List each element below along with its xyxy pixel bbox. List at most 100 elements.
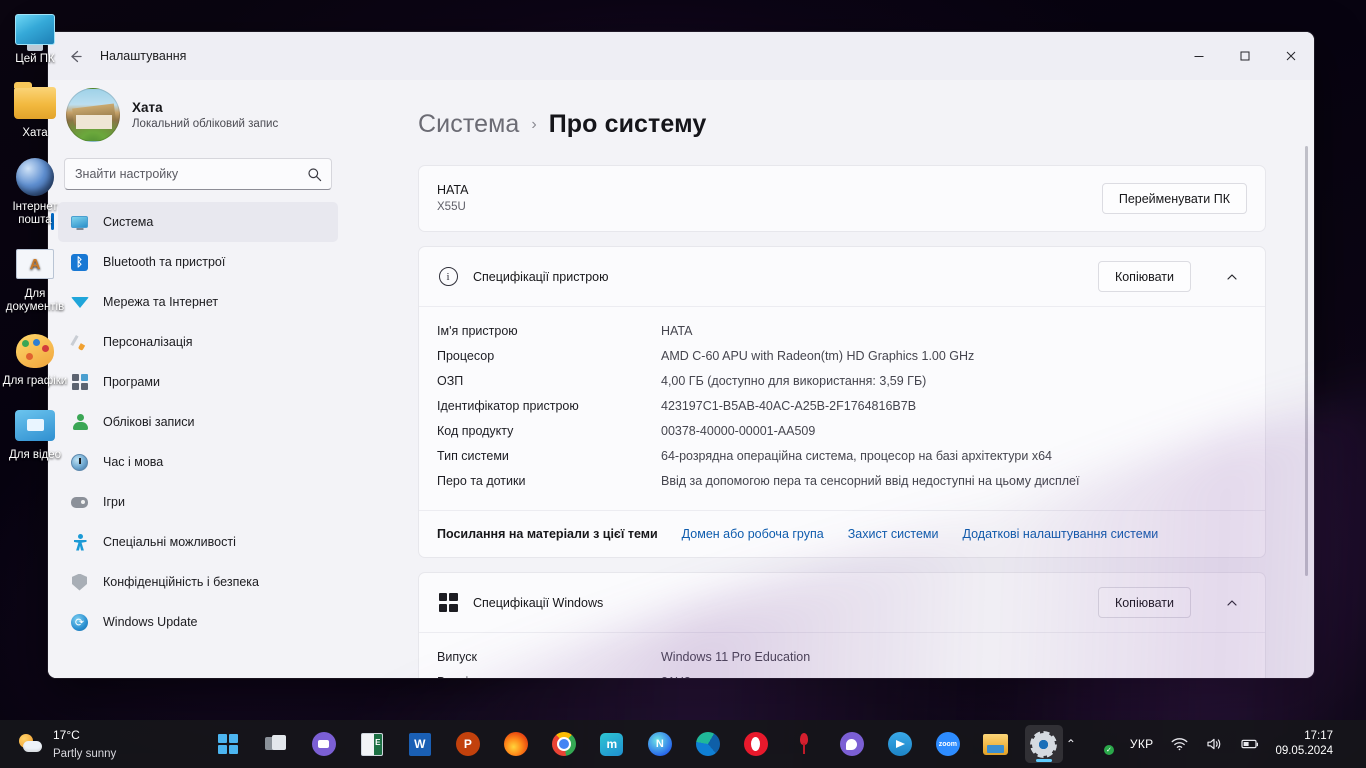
opera-button[interactable] bbox=[737, 725, 775, 763]
language-indicator[interactable]: УКР bbox=[1127, 724, 1157, 764]
graphics-folder-icon bbox=[13, 330, 57, 372]
volume-icon[interactable] bbox=[1203, 724, 1226, 764]
sidebar-item-label: Облікові записи bbox=[103, 415, 195, 429]
battery-icon[interactable] bbox=[1238, 724, 1263, 764]
powerpoint-button[interactable]: P bbox=[449, 725, 487, 763]
desktop-icon-internet-mail[interactable]: Інтернет пошта bbox=[0, 156, 70, 227]
nitro-button[interactable]: N bbox=[641, 725, 679, 763]
breadcrumb-root[interactable]: Система bbox=[418, 110, 519, 139]
telegram-icon bbox=[887, 732, 912, 756]
start-button[interactable] bbox=[209, 725, 247, 763]
link-advanced-system-settings[interactable]: Додаткові налаштування системи bbox=[963, 527, 1159, 541]
table-row: Версія 21H2 bbox=[437, 670, 1247, 678]
maximize-button[interactable] bbox=[1222, 32, 1268, 80]
desktop-icon-hata[interactable]: Хата bbox=[0, 82, 70, 140]
sidebar-item-system[interactable]: Система bbox=[51, 202, 338, 242]
spec-value: 4,00 ГБ (доступно для використання: 3,59… bbox=[661, 374, 927, 388]
excel-button[interactable] bbox=[353, 725, 391, 763]
sidebar-item-label: Програми bbox=[103, 375, 160, 389]
copy-windows-specs-button[interactable]: Копіювати bbox=[1097, 587, 1191, 618]
desktop-icon-label: Інтернет пошта bbox=[12, 201, 58, 226]
table-row: Ідентифікатор пристрою 423197C1-B5AB-40A… bbox=[437, 394, 1247, 419]
edge-icon bbox=[695, 732, 720, 756]
spec-value: HATA bbox=[661, 324, 693, 338]
firefox-icon bbox=[503, 732, 528, 756]
desktop-icon-list: Цей ПК Хата Інтернет пошта A Для докумен… bbox=[0, 8, 70, 478]
windows-update-icon: ⟳ bbox=[70, 613, 89, 632]
device-specs-header[interactable]: i Специфікації пристрою Копіювати bbox=[419, 247, 1265, 306]
content-scrollbar[interactable] bbox=[1305, 146, 1308, 576]
maxthon-button[interactable]: m bbox=[593, 725, 631, 763]
file-explorer-icon bbox=[983, 733, 1009, 755]
viber-button[interactable] bbox=[833, 725, 871, 763]
desktop-icon-graphics[interactable]: Для графіки bbox=[0, 330, 70, 388]
sidebar-item-label: Спеціальні можливості bbox=[103, 535, 236, 549]
pc-name: HATA bbox=[437, 183, 469, 197]
clock[interactable]: 17:17 09.05.2024 bbox=[1275, 729, 1337, 759]
sidebar-item-time-language[interactable]: Час і мова bbox=[58, 442, 338, 482]
teams-chat-button[interactable] bbox=[305, 725, 343, 763]
close-button[interactable] bbox=[1268, 32, 1314, 80]
user-profile[interactable]: Хата Локальний обліковий запис bbox=[58, 80, 338, 154]
tray-overflow-button[interactable]: ⌃ bbox=[1063, 724, 1079, 764]
show-desktop-button[interactable] bbox=[1349, 720, 1354, 768]
windows-defender-icon[interactable]: ✓ bbox=[1091, 724, 1115, 764]
pc-name-card: HATA X55U Перейменувати ПК bbox=[418, 165, 1266, 232]
page-title: Про систему bbox=[548, 110, 707, 138]
pianoteq-button[interactable] bbox=[785, 725, 823, 763]
zoom-button[interactable]: zoom bbox=[929, 725, 967, 763]
weather-widget[interactable]: 17°C Partly sunny bbox=[0, 726, 209, 762]
edge-button[interactable] bbox=[689, 725, 727, 763]
desktop-icon-documents[interactable]: A Для документів bbox=[0, 243, 70, 314]
related-links-row: Посилання на матеріали з цієї теми Домен… bbox=[419, 511, 1265, 557]
settings-gear-icon bbox=[1032, 732, 1056, 756]
desktop-icon-label: Хата bbox=[22, 127, 48, 139]
desktop-icon-video[interactable]: Для відео bbox=[0, 404, 70, 462]
desktop-icon-label: Для відео bbox=[8, 449, 62, 461]
sidebar-item-accessibility[interactable]: Спеціальні можливості bbox=[58, 522, 338, 562]
sidebar-item-privacy[interactable]: Конфіденційність і безпека bbox=[58, 562, 338, 602]
sidebar-item-windows-update[interactable]: ⟳ Windows Update bbox=[58, 602, 338, 642]
pin-icon bbox=[794, 732, 814, 756]
search-input[interactable] bbox=[64, 158, 332, 190]
table-row: Тип системи 64-розрядна операційна систе… bbox=[437, 444, 1247, 469]
link-system-protection[interactable]: Захист системи bbox=[848, 527, 939, 541]
chrome-button[interactable] bbox=[545, 725, 583, 763]
spec-label: Версія bbox=[437, 670, 661, 678]
gaming-icon bbox=[70, 493, 89, 512]
sidebar-item-gaming[interactable]: Ігри bbox=[58, 482, 338, 522]
table-row: Випуск Windows 11 Pro Education bbox=[437, 645, 1247, 670]
desktop: Цей ПК Хата Інтернет пошта A Для докумен… bbox=[0, 0, 1366, 768]
device-specs-title: Специфікації пристрою bbox=[473, 269, 609, 284]
telegram-button[interactable] bbox=[881, 725, 919, 763]
settings-button[interactable] bbox=[1024, 725, 1063, 763]
sidebar-item-network[interactable]: Мережа та Інтернет bbox=[58, 282, 338, 322]
link-domain-workgroup[interactable]: Домен або робоча група bbox=[682, 527, 824, 541]
rename-pc-button[interactable]: Перейменувати ПК bbox=[1101, 183, 1247, 214]
sidebar-item-bluetooth[interactable]: ᛒ Bluetooth та пристрої bbox=[58, 242, 338, 282]
minimize-button[interactable] bbox=[1176, 32, 1222, 80]
spec-label: ОЗП bbox=[437, 374, 464, 388]
windows-specs-header[interactable]: Специфікації Windows Копіювати bbox=[419, 573, 1265, 632]
chevron-up-icon[interactable] bbox=[1217, 588, 1247, 618]
weather-temperature: 17°C bbox=[53, 728, 80, 742]
sidebar-item-label: Мережа та Інтернет bbox=[103, 295, 219, 309]
table-row: Код продукту 00378-40000-00001-AA509 bbox=[437, 419, 1247, 444]
firefox-button[interactable] bbox=[497, 725, 535, 763]
desktop-icon-this-pc[interactable]: Цей ПК bbox=[0, 8, 70, 66]
word-button[interactable]: W bbox=[401, 725, 439, 763]
sidebar: Хата Локальний обліковий запис Знайти на… bbox=[48, 80, 348, 678]
file-explorer-button[interactable] bbox=[977, 725, 1015, 763]
copy-device-specs-button[interactable]: Копіювати bbox=[1097, 261, 1191, 292]
windows-start-icon bbox=[217, 734, 238, 754]
sidebar-item-apps[interactable]: Програми bbox=[58, 362, 338, 402]
word-icon: W bbox=[408, 732, 431, 756]
chevron-up-icon[interactable] bbox=[1217, 262, 1247, 292]
task-view-button[interactable] bbox=[257, 725, 295, 763]
sidebar-item-personalization[interactable]: Персоналізація bbox=[58, 322, 338, 362]
sidebar-item-accounts[interactable]: Облікові записи bbox=[58, 402, 338, 442]
wifi-icon[interactable] bbox=[1168, 724, 1191, 764]
desktop-icon-label: Для графіки bbox=[2, 375, 68, 387]
nitro-icon: N bbox=[647, 732, 672, 756]
avatar bbox=[66, 88, 120, 142]
